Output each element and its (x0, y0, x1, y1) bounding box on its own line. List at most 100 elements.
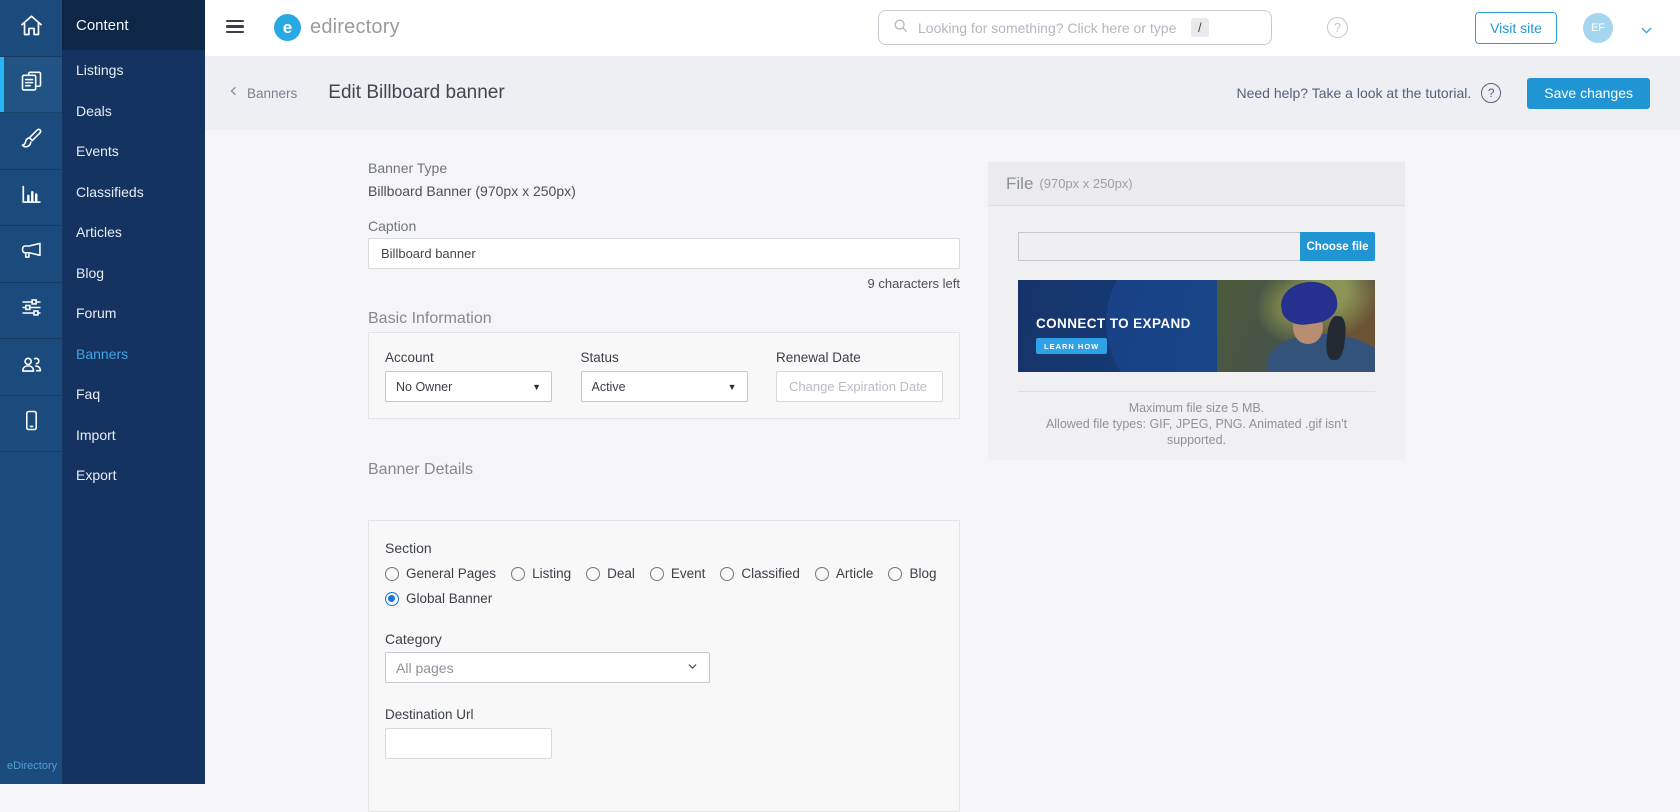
menu-item-blog[interactable]: Blog (62, 253, 205, 294)
basic-information-card: Account No Owner ▼ Status Active ▼ Renew… (368, 332, 960, 419)
account-select[interactable]: No Owner ▼ (385, 371, 552, 402)
file-panel-dimensions: (970px x 250px) (1039, 176, 1132, 191)
radio-circle-icon (586, 567, 600, 581)
chevron-left-icon (228, 84, 240, 102)
preview-person-body (1267, 334, 1375, 372)
breadcrumb-label: Banners (247, 86, 297, 101)
file-upload-panel: File (970px x 250px) Choose file CONNECT… (988, 162, 1405, 460)
file-panel-title: File (1006, 174, 1033, 194)
menu-item-articles[interactable]: Articles (62, 212, 205, 253)
menu-item-banners[interactable]: Banners (62, 334, 205, 375)
banner-type-label: Banner Type (368, 158, 960, 178)
home-icon (18, 12, 45, 44)
search-icon (879, 17, 918, 39)
page-header-band: Banners Edit Billboard banner Need help?… (205, 56, 1680, 130)
account-selected-value: No Owner (396, 380, 452, 394)
rail-item-mobile[interactable] (0, 396, 62, 453)
menu-item-events[interactable]: Events (62, 131, 205, 172)
radio-circle-icon (888, 567, 902, 581)
menu-item-listings[interactable]: Listings (62, 50, 205, 91)
preview-headline: CONNECT TO EXPAND (1036, 316, 1191, 331)
preview-photo (1217, 280, 1375, 372)
preview-cta-button: LEARN HOW (1036, 338, 1107, 354)
content-menu: Content Listings Deals Events Classified… (62, 0, 205, 784)
hamburger-menu-icon[interactable] (226, 20, 244, 34)
search-input[interactable] (918, 20, 1271, 36)
characters-left-counter: 9 characters left (368, 276, 960, 292)
breadcrumb[interactable]: Banners (228, 84, 297, 102)
global-search: / (878, 10, 1272, 45)
slash-shortcut-key: / (1191, 18, 1209, 37)
caption-input[interactable] (368, 238, 960, 269)
menu-item-export[interactable]: Export (62, 455, 205, 496)
menu-item-classifieds[interactable]: Classifieds (62, 172, 205, 213)
radio-deal[interactable]: Deal (586, 566, 635, 581)
max-file-size-note: Maximum file size 5 MB. (1018, 400, 1375, 416)
avatar[interactable]: EF (1583, 13, 1613, 43)
rail-item-content[interactable] (0, 57, 62, 114)
menu-item-faq[interactable]: Faq (62, 374, 205, 415)
promote-megaphone-icon (18, 238, 45, 270)
caption-label: Caption (368, 216, 960, 236)
content-pages-icon (18, 68, 45, 100)
radio-article[interactable]: Article (815, 566, 874, 581)
radio-selected-icon (385, 592, 399, 606)
mobile-phone-icon (18, 407, 45, 439)
page-title: Edit Billboard banner (328, 82, 504, 104)
caret-down-icon: ▼ (728, 382, 737, 392)
account-label: Account (385, 349, 552, 367)
status-select[interactable]: Active ▼ (581, 371, 748, 402)
edirectory-logo[interactable]: e edirectory (274, 14, 400, 41)
radio-circle-icon (720, 567, 734, 581)
tutorial-help-icon[interactable]: ? (1481, 83, 1501, 103)
icon-rail: eDirectory (0, 0, 62, 784)
save-changes-button[interactable]: Save changes (1527, 78, 1650, 109)
file-panel-header: File (970px x 250px) (988, 162, 1405, 206)
help-icon[interactable]: ? (1327, 17, 1348, 38)
chevron-down-icon (686, 660, 699, 676)
rail-item-members[interactable] (0, 339, 62, 396)
destination-url-input[interactable] (385, 728, 552, 759)
rail-item-promote[interactable] (0, 226, 62, 283)
banner-details-card: Section General Pages Listing Deal Event… (368, 520, 960, 812)
allowed-types-note: Allowed file types: GIF, JPEG, PNG. Anim… (1018, 416, 1375, 448)
logo-badge: e (274, 14, 301, 41)
rail-item-settings[interactable] (0, 283, 62, 340)
banner-preview-image: CONNECT TO EXPAND LEARN HOW (1018, 280, 1375, 372)
section-label: Section (385, 539, 943, 557)
logo-text: edirectory (310, 16, 400, 39)
category-select[interactable]: All pages (385, 652, 710, 683)
file-name-field[interactable] (1018, 232, 1300, 261)
sidebar-footer-brand: eDirectory (7, 760, 57, 772)
rail-item-home[interactable] (0, 0, 62, 57)
menu-item-forum[interactable]: Forum (62, 293, 205, 334)
status-label: Status (581, 349, 748, 367)
radio-classified[interactable]: Classified (720, 566, 800, 581)
menu-item-deals[interactable]: Deals (62, 91, 205, 132)
radio-circle-icon (385, 567, 399, 581)
renewal-date-input[interactable] (776, 371, 943, 402)
radio-circle-icon (815, 567, 829, 581)
menu-item-import[interactable]: Import (62, 415, 205, 456)
radio-blog[interactable]: Blog (888, 566, 936, 581)
visit-site-button[interactable]: Visit site (1475, 12, 1557, 44)
status-selected-value: Active (592, 380, 626, 394)
rail-item-reports[interactable] (0, 170, 62, 227)
tutorial-help-text: Need help? Take a look at the tutorial. (1236, 85, 1471, 101)
radio-general-pages[interactable]: General Pages (385, 566, 496, 581)
radio-event[interactable]: Event (650, 566, 706, 581)
choose-file-button[interactable]: Choose file (1300, 232, 1375, 261)
banner-details-title: Banner Details (368, 460, 960, 480)
reports-chart-icon (18, 181, 45, 213)
menu-header: Content (62, 0, 205, 50)
radio-listing[interactable]: Listing (511, 566, 571, 581)
main-content: Banner Type Billboard Banner (970px x 25… (205, 130, 1680, 784)
radio-circle-icon (511, 567, 525, 581)
rail-item-design[interactable] (0, 113, 62, 170)
radio-circle-icon (650, 567, 664, 581)
basic-information-title: Basic Information (368, 309, 960, 329)
radio-global-banner[interactable]: Global Banner (385, 591, 492, 606)
chevron-down-icon[interactable] (1638, 22, 1655, 44)
members-users-icon (18, 351, 45, 383)
banner-form: Banner Type Billboard Banner (970px x 25… (368, 130, 960, 812)
